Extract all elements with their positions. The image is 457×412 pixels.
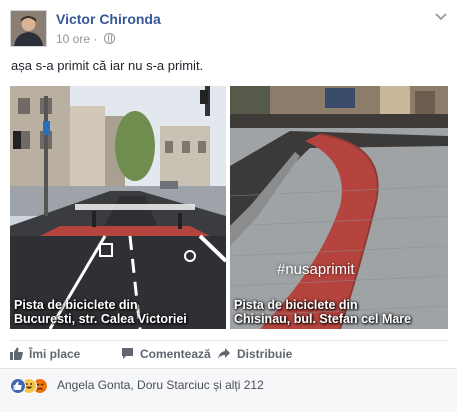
share-button[interactable]: Distribuie xyxy=(217,347,292,361)
hashtag-overlay: #nusaprimit xyxy=(277,261,355,278)
photo-caption: Pista de biciclete din Chisinau, bul. St… xyxy=(234,298,411,326)
post-card: Victor Chironda 10 ore · așa s-a primit … xyxy=(0,0,457,412)
caption-line-1: Pista de biciclete din xyxy=(14,298,138,312)
like-button[interactable]: Îmi place xyxy=(10,347,80,361)
comment-label: Comentează xyxy=(140,347,211,361)
post-photos[interactable]: Pista de biciclete din Bucuresti, str. C… xyxy=(10,86,448,329)
reactions-bar: Angela Gonta, Doru Starciuc și alți 212 xyxy=(0,368,457,412)
chevron-down-icon[interactable] xyxy=(435,13,447,21)
share-label: Distribuie xyxy=(237,347,293,361)
post-meta: 10 ore · xyxy=(56,32,115,46)
meta-separator: · xyxy=(93,32,98,46)
like-label: Îmi place xyxy=(29,347,81,361)
photo-bucharest[interactable]: Pista de biciclete din Bucuresti, str. C… xyxy=(10,86,226,329)
caption-line-2: Chisinau, bul. Stefan cel Mare xyxy=(234,312,412,326)
post-header: Victor Chironda 10 ore · xyxy=(10,10,447,50)
thumbs-up-icon xyxy=(10,347,23,360)
avatar[interactable] xyxy=(10,10,47,47)
comment-button[interactable]: Comentează xyxy=(121,347,211,361)
comment-icon xyxy=(122,348,133,359)
like-reaction-icon[interactable] xyxy=(10,378,26,394)
post-time[interactable]: 10 ore xyxy=(56,32,90,46)
post-text: așa s-a primit că iar nu s-a primit. xyxy=(11,58,204,73)
post-actions: Îmi place Comentează Distribuie xyxy=(10,340,447,367)
share-icon xyxy=(218,348,230,359)
globe-icon xyxy=(103,33,115,44)
caption-line-1: Pista de biciclete din xyxy=(234,298,358,312)
author-name[interactable]: Victor Chironda xyxy=(56,11,161,27)
caption-line-2: Bucuresti, str. Calea Victoriei xyxy=(14,312,187,326)
photo-chisinau[interactable]: #nusaprimit Pista de biciclete din Chisi… xyxy=(230,86,448,329)
reaction-names[interactable]: Angela Gonta, Doru Starciuc și alți 212 xyxy=(57,378,264,392)
photo-caption: Pista de biciclete din Bucuresti, str. C… xyxy=(14,298,187,326)
